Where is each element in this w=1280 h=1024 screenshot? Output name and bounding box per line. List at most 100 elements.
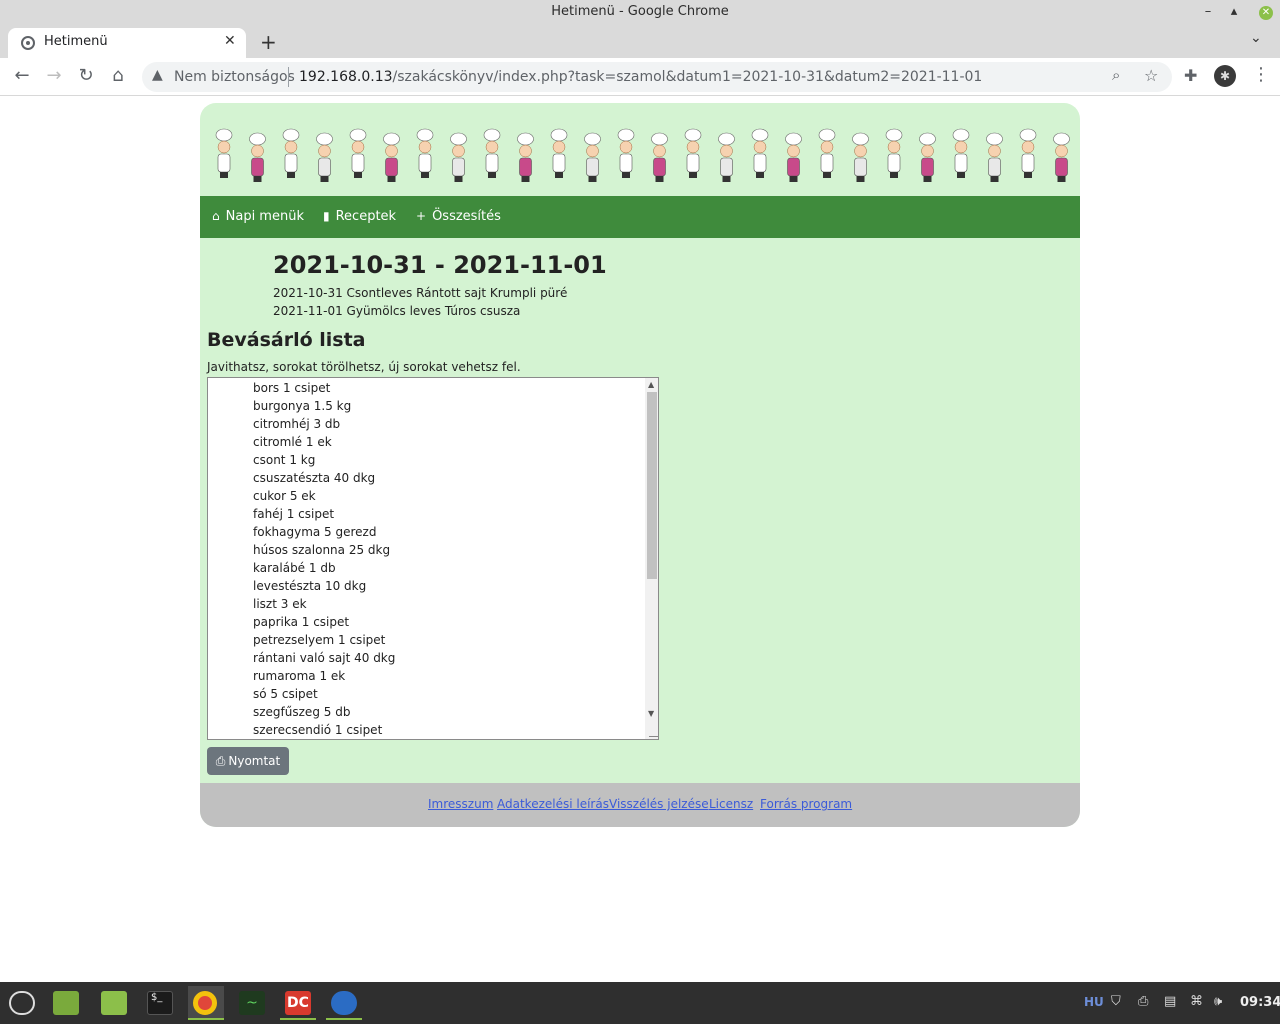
tab-search-chevron-icon[interactable]: ⌄ [1250,30,1262,46]
chef-figure [383,132,400,182]
scroll-down-icon[interactable]: ▼ [648,709,654,718]
list-item: szegfűszeg 5 db [253,705,351,719]
folder-icon [101,991,127,1015]
printer-tray-icon[interactable]: ⎙ [1138,994,1148,1009]
url-text[interactable]: 192.168.0.13/szakácskönyv/index.php?task… [299,69,982,85]
window-titlebar: Hetimenü - Google Chrome – ▴ ✕ [0,0,1280,24]
list-item: citromlé 1 ek [253,435,332,449]
list-item: citromhéj 3 db [253,417,341,431]
nav-item-receptek[interactable]: ▮ Receptek [323,209,396,224]
plus-icon: + [416,209,427,223]
chef-figure [919,132,936,182]
new-tab-button[interactable]: + [260,30,277,54]
security-label[interactable]: Nem biztonságos [174,69,295,85]
taskbar-app-blue[interactable] [326,986,362,1020]
keyboard-layout[interactable]: HU [1084,995,1104,1009]
chef-figure [282,128,300,178]
list-item: csuszatészta 40 dkg [253,471,376,485]
network-icon[interactable]: ⌘ [1190,994,1203,1009]
activity-monitor-icon: ~ [239,991,265,1015]
scrollbar[interactable]: ▲ ▼ [645,378,658,739]
bookmark-star-icon[interactable]: ☆ [1144,66,1158,85]
chef-figure [416,128,434,178]
profile-avatar[interactable]: ✱ [1214,65,1236,87]
resize-grip-icon[interactable] [649,727,658,737]
taskbar-terminal[interactable]: $_ [142,986,178,1020]
address-bar[interactable]: ▲ Nem biztonságos 192.168.0.13/szakácskö… [142,62,1172,92]
zoom-icon[interactable]: ⌕ [1112,66,1120,84]
close-icon: ✕ [1259,6,1273,20]
footer-link-report-abuse[interactable]: Visszélés jelzése [609,797,709,811]
footer-link-impressum[interactable]: Imresszum [428,797,493,811]
reload-icon[interactable]: ↻ [74,65,98,86]
footer-link-privacy[interactable]: Adatkezelési leírás [497,797,609,811]
list-item: húsos szalonna 25 dkg [253,543,391,557]
warning-icon[interactable]: ▲ [152,67,163,83]
taskbar-chrome[interactable] [188,986,224,1020]
start-menu-button[interactable] [4,986,40,1020]
forward-arrow-icon[interactable]: → [42,65,66,86]
tab-title: Hetimenü [44,34,108,49]
minimize-icon[interactable]: – [1198,0,1218,24]
back-arrow-icon[interactable]: ← [10,65,34,86]
footer-link-source[interactable]: Forrás program [760,797,852,811]
home-icon: ⌂ [212,209,220,223]
taskbar-app-red[interactable]: DC [280,986,316,1020]
chef-figure [249,132,266,182]
list-item: csont 1 kg [253,453,316,467]
print-button[interactable]: ⎙ Nyomtat [207,747,289,775]
chef-figure [316,132,333,182]
url-host: 192.168.0.13 [299,69,393,85]
window-close-button[interactable]: ✕ [1256,0,1276,24]
chef-figure [751,128,769,178]
page-title: 2021-10-31 - 2021-11-01 [273,251,607,279]
tab-strip: Hetimenü ✕ + ⌄ [0,24,1280,58]
footer-link-license[interactable]: Licensz [709,797,753,811]
chef-figure [1019,128,1037,178]
shield-icon[interactable]: ⛉ [1111,994,1121,1009]
chef-figure [215,128,233,178]
nav-item-napi-menuk[interactable]: ⌂ Napi menük [212,209,304,224]
maximize-icon[interactable]: ▴ [1224,0,1244,24]
chef-figure [450,132,467,182]
clock[interactable]: 09:34 [1240,995,1280,1010]
menu-line: 2021-11-01 Gyümölcs leves Túros csusza [273,304,521,318]
kebab-menu-icon[interactable]: ⋮ [1252,64,1270,85]
home-button-icon[interactable]: ⌂ [106,65,130,86]
active-indicator [188,1018,224,1020]
taskbar-show-desktop[interactable] [48,986,84,1020]
browser-tab[interactable]: Hetimenü ✕ [8,28,246,58]
shopping-list-lines: bors 1 csipet burgonya 1.5 kg citromhéj … [253,379,395,739]
tab-close-icon[interactable]: ✕ [224,33,236,49]
chef-figure [952,128,970,178]
list-item: burgonya 1.5 kg [253,399,352,413]
taskbar-system-monitor[interactable]: ~ [234,986,270,1020]
nav-item-osszesites[interactable]: + Összesítés [416,209,501,224]
shopping-list-textarea[interactable]: bors 1 csipet burgonya 1.5 kg citromhéj … [207,377,659,740]
chef-figure [584,132,601,182]
chrome-icon [193,991,217,1015]
clipboard-icon[interactable]: ▤ [1164,994,1176,1009]
list-item: fokhagyma 5 gerezd [253,525,377,539]
taskbar: $_ ~ DC HU ⛉ ⎙ ▤ ⌘ 🕪 09:34 [0,982,1280,1024]
taskbar-files[interactable] [96,986,132,1020]
extensions-puzzle-icon[interactable]: ✚ [1184,66,1197,85]
list-item: fahéj 1 csipet [253,507,335,521]
scrollbar-thumb[interactable] [647,392,657,579]
url-path: /szakácskönyv/index.php?task=szamol&datu… [392,69,983,85]
chef-figure [517,132,534,182]
chef-figure [617,128,635,178]
menu-line: 2021-10-31 Csontleves Rántott sajt Krump… [273,286,568,300]
window-title: Hetimenü - Google Chrome [551,4,729,19]
list-item: levestészta 10 dkg [253,579,367,593]
list-item: paprika 1 csipet [253,615,350,629]
list-item: bors 1 csipet [253,381,331,395]
list-item: só 5 csipet [253,687,318,701]
chef-figure [852,132,869,182]
volume-icon[interactable]: 🕪 [1214,994,1222,1009]
list-item: rumaroma 1 ek [253,669,346,683]
book-icon: ▮ [323,209,330,223]
page-container: ⌂ Napi menük ▮ Receptek + Összesítés 2021-1… [200,103,1080,827]
shopping-list-hint: Javithatsz, sorokat törölhetsz, új sorok… [207,360,521,374]
scroll-up-icon[interactable]: ▲ [648,380,654,389]
